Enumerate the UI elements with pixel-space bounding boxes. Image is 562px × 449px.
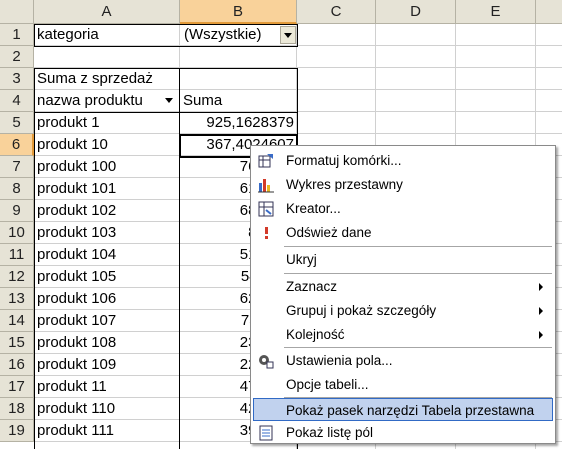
column-header-a[interactable]: A (34, 0, 180, 24)
column-header-d[interactable]: D (376, 0, 456, 24)
menu-item-show-pivot-toolbar[interactable]: Pokaż pasek narzędzi Tabela przestawna (253, 398, 553, 421)
menu-item-label: Pokaż pasek narzędzi Tabela przestawna (286, 403, 535, 418)
pivot-row-label[interactable]: produkt 109 (34, 354, 180, 376)
row-header-6[interactable]: 6 (0, 134, 34, 156)
format-cells-icon (258, 153, 274, 169)
pivot-row-label[interactable]: produkt 10 (34, 134, 180, 156)
select-all-corner[interactable] (0, 0, 34, 24)
menu-item-label: Wykres przestawny (286, 177, 403, 192)
column-header-e[interactable]: E (456, 0, 536, 24)
menu-separator (284, 347, 552, 348)
pivot-row-label[interactable]: produkt 1 (34, 112, 180, 134)
menu-separator (284, 246, 552, 247)
pivot-row-label[interactable]: produkt 102 (34, 200, 180, 222)
pivot-row-label[interactable]: produkt 101 (34, 178, 180, 200)
field-list-icon (258, 425, 274, 441)
menu-item-refresh[interactable]: Odśwież dane (253, 221, 553, 244)
row-header-19[interactable]: 19 (0, 420, 34, 442)
submenu-arrow-icon (539, 307, 543, 315)
submenu-arrow-icon (539, 331, 543, 339)
row-header-3[interactable]: 3 (0, 68, 34, 90)
menu-item-hide[interactable]: Ukryj (253, 248, 553, 271)
row-field-label[interactable]: nazwa produktu (34, 90, 180, 112)
pivot-row-value[interactable]: 925,1628379 (180, 112, 297, 134)
column-header-c[interactable]: C (297, 0, 376, 24)
pivot-row-label[interactable]: produkt 110 (34, 398, 180, 420)
menu-item-pivot-chart[interactable]: Wykres przestawny (253, 173, 553, 196)
wizard-icon (258, 201, 274, 217)
row-header-16[interactable]: 16 (0, 354, 34, 376)
refresh-icon (258, 225, 274, 241)
menu-item-field-settings[interactable]: Ustawienia pola... (253, 349, 553, 372)
row-header-4[interactable]: 4 (0, 90, 34, 112)
menu-item-wizard[interactable]: Kreator... (253, 197, 553, 220)
row-header-12[interactable]: 12 (0, 266, 34, 288)
menu-item-table-options[interactable]: Opcje tabeli... (253, 373, 553, 396)
pivot-row-label[interactable]: produkt 108 (34, 332, 180, 354)
pivot-row-label[interactable]: produkt 105 (34, 266, 180, 288)
sum-header: Suma (183, 92, 223, 109)
column-header-f[interactable] (536, 0, 562, 24)
row-header-2[interactable]: 2 (0, 46, 34, 68)
pivot-row-label[interactable]: produkt 104 (34, 244, 180, 266)
menu-item-label: Kolejność (286, 327, 345, 342)
column-header-b[interactable]: B (180, 0, 297, 24)
menu-item-label: Formatuj komórki... (286, 153, 402, 168)
menu-item-label: Pokaż listę pól (286, 425, 374, 440)
row-header-5[interactable]: 5 (0, 112, 34, 134)
pivot-row-label[interactable]: produkt 111 (34, 420, 180, 442)
menu-item-label: Opcje tabeli... (286, 377, 369, 392)
row-header-14[interactable]: 14 (0, 310, 34, 332)
menu-item-label: Kreator... (286, 201, 341, 216)
page-field-label: kategoria (37, 26, 99, 43)
menu-item-format-cells[interactable]: Formatuj komórki... (253, 149, 553, 172)
context-menu: Formatuj komórki... Wykres przestawny Kr… (250, 145, 556, 444)
menu-item-group-show-detail[interactable]: Grupuj i pokaż szczegóły (253, 299, 553, 322)
menu-item-order[interactable]: Kolejność (253, 323, 553, 346)
row-field-dropdown-icon[interactable] (162, 92, 178, 110)
page-field-dropdown-icon[interactable] (280, 26, 296, 44)
data-field-title: Suma z sprzedaż (37, 70, 153, 87)
field-settings-icon (258, 353, 274, 369)
menu-item-label: Grupuj i pokaż szczegóły (286, 303, 437, 318)
menu-item-label: Ustawienia pola... (286, 353, 393, 368)
menu-item-label: Odśwież dane (286, 225, 372, 240)
row-header-17[interactable]: 17 (0, 376, 34, 398)
menu-item-show-field-list[interactable]: Pokaż listę pól (253, 421, 553, 444)
menu-item-label: Zaznacz (286, 279, 338, 294)
row-header-13[interactable]: 13 (0, 288, 34, 310)
row-header-11[interactable]: 11 (0, 244, 34, 266)
pivot-row-label[interactable]: produkt 106 (34, 288, 180, 310)
row-header-18[interactable]: 18 (0, 398, 34, 420)
row-header-15[interactable]: 15 (0, 332, 34, 354)
pivot-row-label[interactable]: produkt 100 (34, 156, 180, 178)
pivot-row-label[interactable]: produkt 107 (34, 310, 180, 332)
menu-item-select[interactable]: Zaznacz (253, 275, 553, 298)
menu-item-label: Ukryj (286, 252, 317, 267)
pivot-chart-icon (258, 177, 274, 193)
row-header-1[interactable]: 1 (0, 24, 34, 46)
row-header-9[interactable]: 9 (0, 200, 34, 222)
pivot-row-label[interactable]: produkt 11 (34, 376, 180, 398)
row-header-7[interactable]: 7 (0, 156, 34, 178)
pivot-row-label[interactable]: produkt 103 (34, 222, 180, 244)
row-header-10[interactable]: 10 (0, 222, 34, 244)
menu-separator (284, 273, 552, 274)
row-header-8[interactable]: 8 (0, 178, 34, 200)
submenu-arrow-icon (539, 283, 543, 291)
